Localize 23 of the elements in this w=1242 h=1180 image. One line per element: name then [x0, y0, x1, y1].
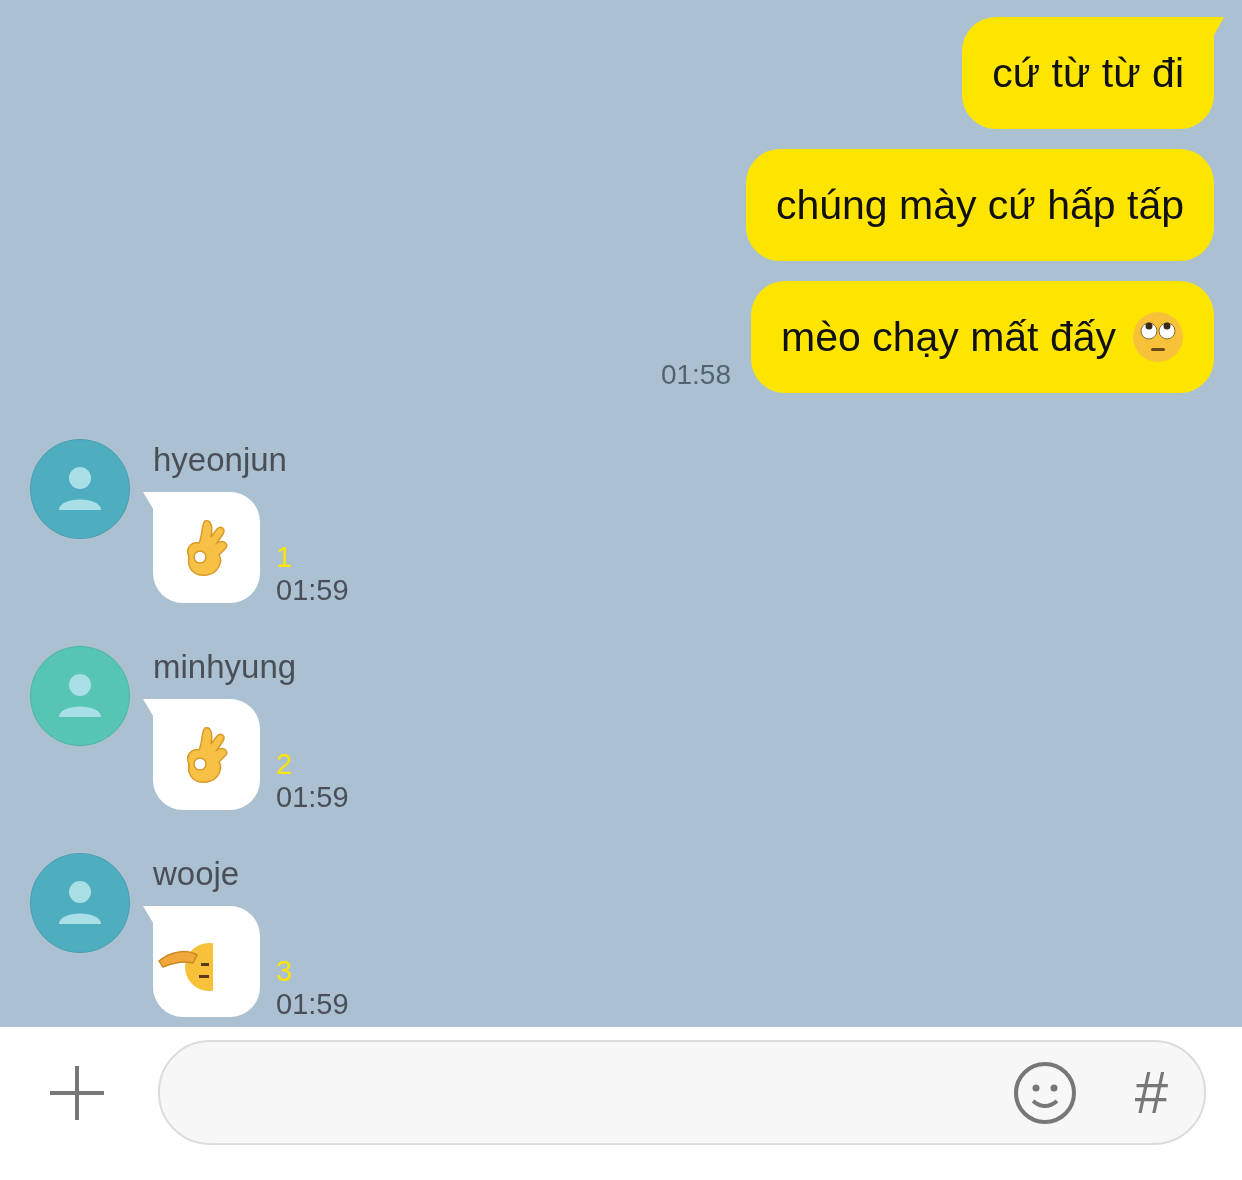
emoticon-button[interactable] — [1012, 1060, 1077, 1125]
message-input-field[interactable]: # — [158, 1040, 1206, 1145]
rolling-eyes-face-icon — [1132, 311, 1184, 363]
sender-name: hyeonjun — [153, 441, 288, 480]
smiley-face-icon — [1012, 1060, 1077, 1125]
sender-name: wooje — [153, 855, 241, 894]
message-time: 01:59 — [276, 781, 349, 814]
plus-icon — [48, 1064, 106, 1122]
unread-count: 3 — [276, 955, 294, 988]
person-icon — [58, 466, 102, 512]
message-time: 01:58 — [660, 359, 731, 391]
add-button[interactable] — [48, 1064, 106, 1122]
unread-count: 2 — [276, 748, 294, 781]
message-time: 01:59 — [276, 988, 349, 1021]
message-bubble: cứ từ từ đi — [962, 17, 1214, 129]
unread-count: 1 — [276, 541, 294, 574]
message-bubble: mèo chạy mất đấy — [751, 281, 1214, 393]
person-icon — [58, 880, 102, 926]
sender-name: minhyung — [153, 648, 298, 687]
message-bubble: chúng mày cứ hấp tấp — [745, 149, 1214, 261]
hashtag-button[interactable]: # — [1134, 1062, 1168, 1123]
person-icon — [58, 673, 102, 719]
message-time: 01:59 — [276, 574, 349, 607]
